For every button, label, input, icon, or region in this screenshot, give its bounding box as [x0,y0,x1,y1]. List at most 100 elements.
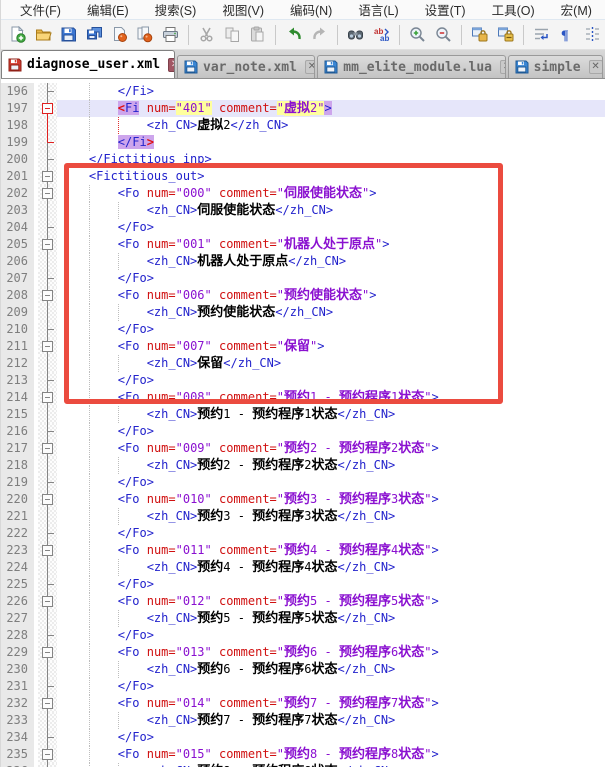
fold-toggle-icon[interactable] [38,185,57,202]
code-line-211[interactable]: 211 <Fo num="007" comment="保留"> [1,338,605,355]
code-line-225[interactable]: 225 </Fo> [1,576,605,593]
find-icon[interactable] [346,25,365,45]
code-line-221[interactable]: 221 <zh_CN>预约3 - 预约程序3状态</zh_CN> [1,508,605,525]
code-text: </Fo> [57,372,605,389]
menu-view[interactable]: 视图(V) [209,0,277,20]
code-line-231[interactable]: 231 </Fo> [1,678,605,695]
code-line-212[interactable]: 212 <zh_CN>保留</zh_CN> [1,355,605,372]
code-line-213[interactable]: 213 </Fo> [1,372,605,389]
tab-close-icon[interactable]: ✕ [305,60,315,74]
code-text: <zh_CN>虚拟2</zh_CN> [57,117,605,134]
tab-label: var_note.xml [203,60,297,75]
menu-language[interactable]: 语言(L) [345,0,411,20]
code-line-198[interactable]: 198 <zh_CN>虚拟2</zh_CN> [1,117,605,134]
show-all-chars-icon[interactable]: ¶ [557,25,576,45]
fold-toggle-icon[interactable] [38,440,57,457]
menu-edit[interactable]: 编辑(E) [74,0,142,20]
menu-search[interactable]: 搜索(S) [142,0,210,20]
code-line-214[interactable]: 214 <Fo num="008" comment="预约1 - 预约程序1状态… [1,389,605,406]
code-line-217[interactable]: 217 <Fo num="009" comment="预约2 - 预约程序2状态… [1,440,605,457]
save-icon[interactable] [59,25,78,45]
code-line-205[interactable]: 205 <Fo num="001" comment="机器人处于原点"> [1,236,605,253]
undo-icon[interactable] [284,25,303,45]
fold-toggle-icon[interactable] [38,236,57,253]
code-line-201[interactable]: 201 <Fictitious_out> [1,168,605,185]
code-line-208[interactable]: 208 <Fo num="006" comment="预约使能状态"> [1,287,605,304]
fold-toggle-icon[interactable] [38,695,57,712]
code-line-206[interactable]: 206 <zh_CN>机器人处于原点</zh_CN> [1,253,605,270]
fold-toggle-icon[interactable] [38,338,57,355]
code-line-234[interactable]: 234 </Fo> [1,729,605,746]
fold-toggle-icon[interactable] [38,644,57,661]
code-line-215[interactable]: 215 <zh_CN>预约1 - 预约程序1状态</zh_CN> [1,406,605,423]
code-line-199[interactable]: 199 </Fi> [1,134,605,151]
code-line-196[interactable]: 196 </Fi> [1,83,605,100]
code-line-197[interactable]: 197 <Fi num="401" comment="虚拟2"> [1,100,605,117]
menu-macro[interactable]: 宏(M) [548,0,605,20]
tab-label: mm_elite_module.lua [343,60,492,75]
sync-scroll-v-icon[interactable] [470,25,489,45]
fold-toggle-icon[interactable] [38,746,57,763]
fold-margin [38,117,57,134]
code-line-228[interactable]: 228 </Fo> [1,627,605,644]
tab-close-icon[interactable]: ✕ [589,60,603,74]
code-line-224[interactable]: 224 <zh_CN>预约4 - 预约程序4状态</zh_CN> [1,559,605,576]
tab-var_note.xml[interactable]: var_note.xml ✕ [177,55,315,78]
code-editor[interactable]: 196 </Fi>197 <Fi num="401" comment="虚拟2"… [1,79,605,767]
fold-toggle-icon[interactable] [38,491,57,508]
fold-margin [38,576,57,593]
code-line-207[interactable]: 207 </Fo> [1,270,605,287]
word-wrap-icon[interactable] [532,25,551,45]
code-line-209[interactable]: 209 <zh_CN>预约使能状态</zh_CN> [1,304,605,321]
code-line-220[interactable]: 220 <Fo num="010" comment="预约3 - 预约程序3状态… [1,491,605,508]
zoom-in-icon[interactable] [408,25,427,45]
code-line-219[interactable]: 219 </Fo> [1,474,605,491]
code-line-235[interactable]: 235 <Fo num="015" comment="预约8 - 预约程序8状态… [1,746,605,763]
open-file-icon[interactable] [33,25,52,45]
code-line-216[interactable]: 216 </Fo> [1,423,605,440]
code-line-222[interactable]: 222 </Fo> [1,525,605,542]
svg-text:ab: ab [380,34,389,43]
print-icon[interactable] [161,25,180,45]
menu-tools[interactable]: 工具(O) [479,0,548,20]
fold-toggle-icon[interactable] [38,389,57,406]
tab-close-icon[interactable]: ✕ [500,60,506,74]
code-line-232[interactable]: 232 <Fo num="014" comment="预约7 - 预约程序7状态… [1,695,605,712]
code-line-223[interactable]: 223 <Fo num="011" comment="预约4 - 预约程序4状态… [1,542,605,559]
code-line-200[interactable]: 200 </Fictitious_inp> [1,151,605,168]
menu-encoding[interactable]: 编码(N) [277,0,345,20]
fold-toggle-icon[interactable] [38,168,57,185]
indent-guide-line [89,746,90,763]
tab-mm_elite_module.lua[interactable]: mm_elite_module.lua ✕ [317,55,505,78]
code-line-202[interactable]: 202 <Fo num="000" comment="伺服使能状态"> [1,185,605,202]
code-line-226[interactable]: 226 <Fo num="012" comment="预约5 - 预约程序5状态… [1,593,605,610]
save-all-icon[interactable] [84,25,103,45]
code-line-236[interactable]: 236 <zh_CN>预约8 - 预约程序8状态</zh_CN> [1,763,605,767]
tab-diagnose_user.xml[interactable]: diagnose_user.xml✕ [1,50,175,78]
sync-scroll-h-icon[interactable] [495,25,514,45]
code-line-227[interactable]: 227 <zh_CN>预约5 - 预约程序5状态</zh_CN> [1,610,605,627]
fold-toggle-icon[interactable] [38,100,57,117]
fold-toggle-icon[interactable] [38,542,57,559]
code-text: </Fo> [57,576,605,593]
menu-settings[interactable]: 设置(T) [412,0,479,20]
code-line-204[interactable]: 204 </Fo> [1,219,605,236]
code-line-203[interactable]: 203 <zh_CN>伺服使能状态</zh_CN> [1,202,605,219]
code-line-218[interactable]: 218 <zh_CN>预约2 - 预约程序2状态</zh_CN> [1,457,605,474]
tab-simple[interactable]: simple✕ [508,55,603,78]
menu-file[interactable]: 文件(F) [7,0,74,20]
code-line-233[interactable]: 233 <zh_CN>预约7 - 预约程序7状态</zh_CN> [1,712,605,729]
code-line-210[interactable]: 210 </Fo> [1,321,605,338]
code-line-229[interactable]: 229 <Fo num="013" comment="预约6 - 预约程序6状态… [1,644,605,661]
zoom-out-icon[interactable] [433,25,452,45]
new-file-icon[interactable] [8,25,27,45]
fold-toggle-icon[interactable] [38,287,57,304]
code-line-230[interactable]: 230 <zh_CN>预约6 - 预约程序6状态</zh_CN> [1,661,605,678]
replace-icon[interactable]: abab [372,25,391,45]
tab-close-icon[interactable]: ✕ [168,58,175,72]
close-icon[interactable] [110,25,129,45]
fold-toggle-icon[interactable] [38,593,57,610]
indent-guide-icon[interactable] [583,25,602,45]
close-all-icon[interactable] [135,25,154,45]
indent-guide-line [89,406,90,423]
